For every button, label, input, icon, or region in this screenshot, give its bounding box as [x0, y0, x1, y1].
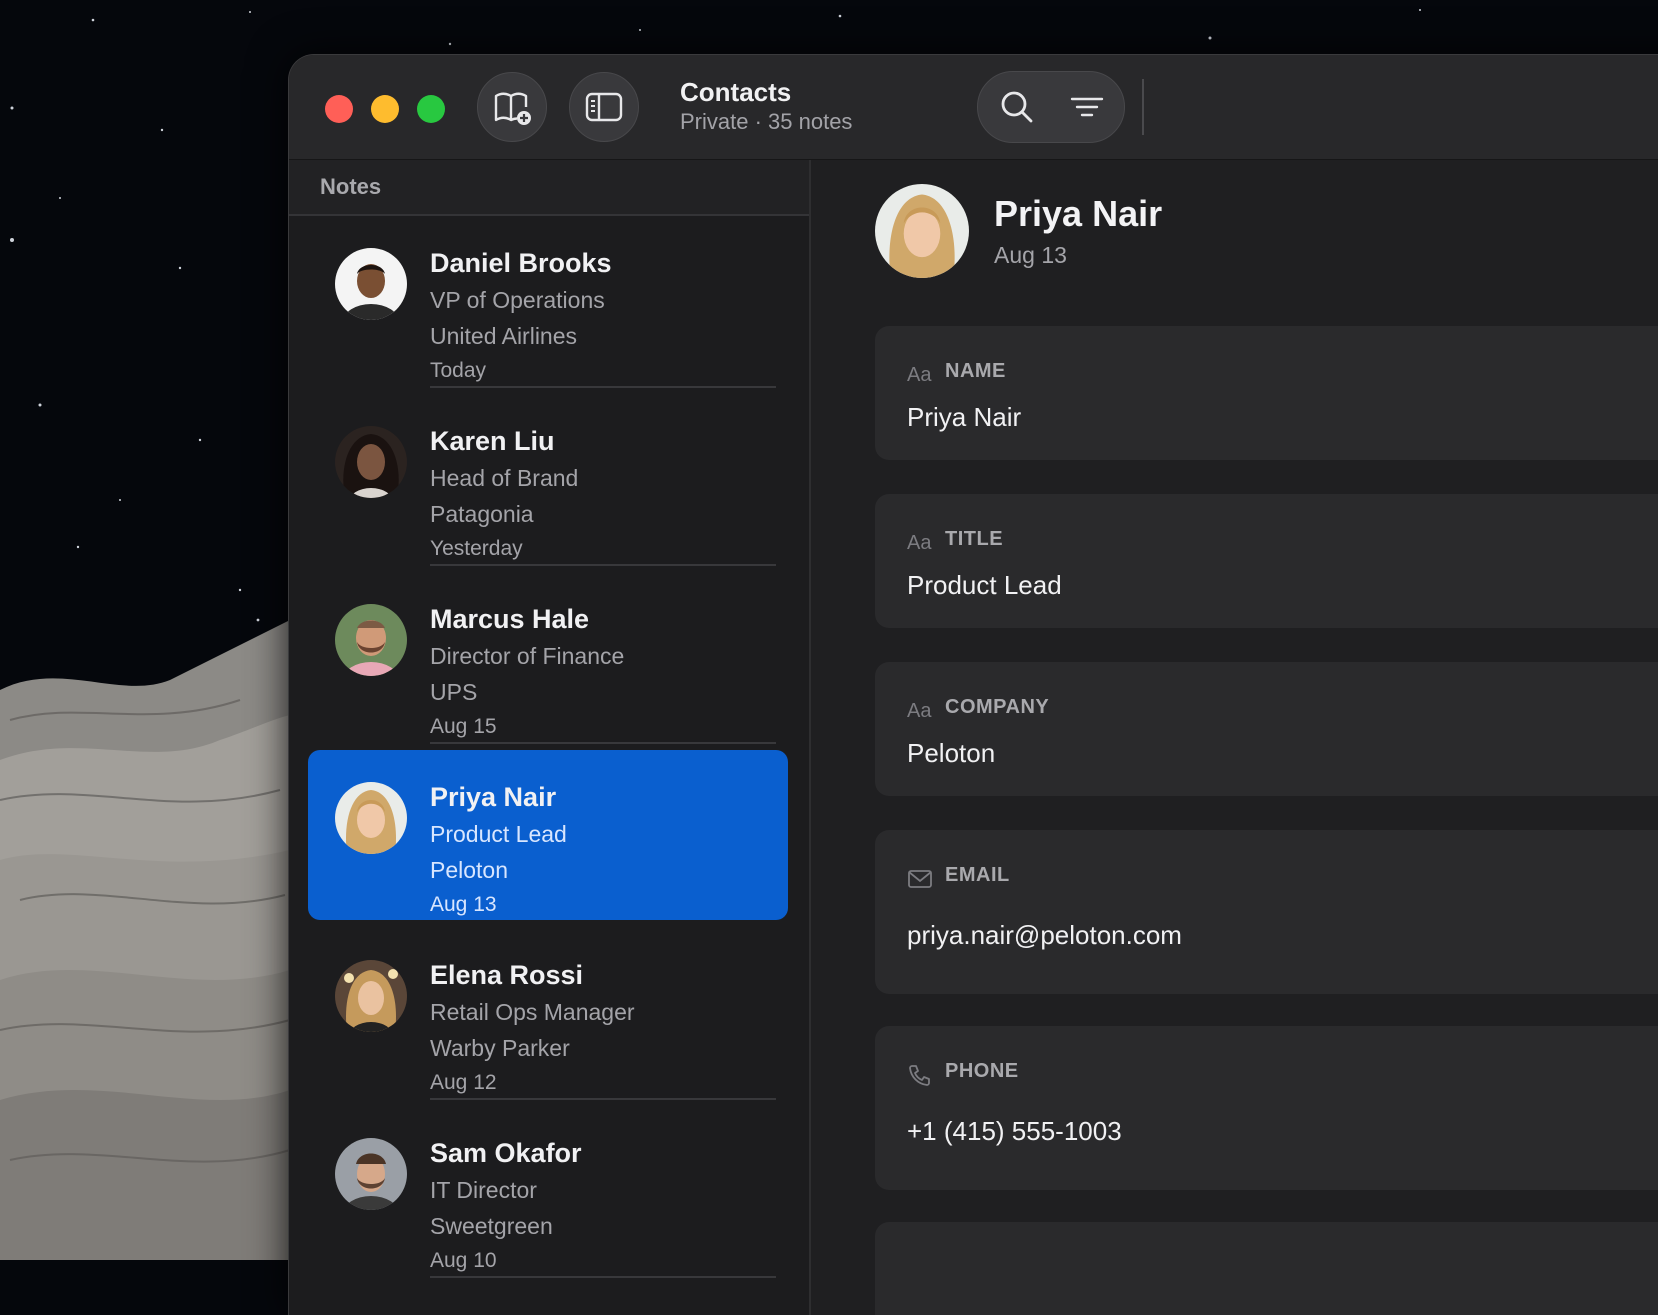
toolbar-divider: [1142, 79, 1144, 135]
note-date: Aug 12: [430, 1071, 497, 1094]
note-company: Patagonia: [430, 501, 534, 527]
text-icon: Aa: [907, 364, 932, 386]
sidebar-toggle-icon: [585, 92, 623, 122]
sidebar-header: Notes: [289, 160, 809, 216]
note-company: Peloton: [430, 857, 509, 883]
company-field[interactable]: Aa COMPANY Peloton: [875, 662, 1658, 796]
note-name: Marcus Hale: [430, 604, 590, 634]
window-title: Contacts: [680, 77, 792, 107]
note-date: Today: [430, 359, 487, 382]
note-name: Elena Rossi: [430, 960, 584, 990]
note-separator: [430, 564, 776, 566]
name-field[interactable]: Aa NAME Priya Nair: [875, 326, 1658, 460]
search-filter-group: [977, 71, 1125, 143]
detail-name: Priya Nair: [994, 193, 1163, 234]
field-value[interactable]: Peloton: [907, 738, 995, 769]
app-window: Contacts Private · 35 notes Notes Daniel…: [288, 54, 1658, 1315]
notes-sidebar: Notes Daniel Brooks VP of Operations Uni…: [289, 160, 811, 1315]
note-separator: [430, 1098, 776, 1100]
filter-icon[interactable]: [1066, 86, 1108, 128]
minimize-window-button[interactable]: [371, 95, 399, 123]
field-value[interactable]: priya.nair@peloton.com: [907, 920, 1182, 951]
note-company: Warby Parker: [430, 1035, 570, 1061]
sidebar-toggle-button[interactable]: [569, 72, 639, 142]
note-date: Aug 15: [430, 715, 497, 738]
note-item-priya-nair[interactable]: Priya Nair Product Lead Peloton Aug 13: [308, 750, 788, 920]
detail-avatar: [875, 184, 969, 278]
note-title: Director of Finance: [430, 643, 625, 669]
note-separator: [430, 742, 776, 744]
note-title: IT Director: [430, 1177, 537, 1203]
note-company: Sweetgreen: [430, 1213, 553, 1239]
window-subtitle: Private · 35 notes: [680, 109, 853, 134]
note-title: VP of Operations: [430, 287, 605, 313]
title-bar: Contacts Private · 35 notes: [289, 55, 1658, 160]
text-icon: Aa: [907, 532, 932, 554]
note-name: Daniel Brooks: [430, 248, 612, 278]
new-notebook-icon: [494, 92, 531, 125]
next-field[interactable]: [875, 1222, 1658, 1315]
field-value[interactable]: Product Lead: [907, 570, 1062, 601]
avatar: [335, 604, 407, 676]
note-name: Karen Liu: [430, 426, 555, 456]
note-item-sam-okafor[interactable]: Sam Okafor IT Director Sweetgreen Aug 10: [308, 1106, 788, 1278]
detail-pane: Priya Nair Aug 13 Aa NAME Priya Nair Aa …: [811, 160, 1658, 1315]
note-title: Product Lead: [430, 821, 567, 847]
envelope-icon: [907, 868, 933, 890]
email-field[interactable]: EMAIL priya.nair@peloton.com: [875, 830, 1658, 994]
field-label: TITLE: [945, 528, 1004, 550]
new-notebook-button[interactable]: [477, 72, 547, 142]
field-label: COMPANY: [945, 696, 1050, 718]
note-separator: [430, 386, 776, 388]
note-list: Daniel Brooks VP of Operations United Ai…: [289, 216, 809, 1315]
phone-field[interactable]: PHONE +1 (415) 555-1003: [875, 1026, 1658, 1190]
field-label: PHONE: [945, 1060, 1019, 1082]
zoom-window-button[interactable]: [417, 95, 445, 123]
avatar: [335, 248, 407, 320]
note-title: Retail Ops Manager: [430, 999, 635, 1025]
phone-icon: [907, 1064, 933, 1086]
note-name: Priya Nair: [430, 782, 557, 812]
note-name: Sam Okafor: [430, 1138, 582, 1168]
search-icon[interactable]: [996, 86, 1038, 128]
note-company: United Airlines: [430, 323, 578, 349]
note-title: Head of Brand: [430, 465, 579, 491]
field-label: NAME: [945, 360, 1006, 382]
field-value[interactable]: Priya Nair: [907, 402, 1021, 433]
detail-date: Aug 13: [994, 242, 1067, 268]
note-item-marcus-hale[interactable]: Marcus Hale Director of Finance UPS Aug …: [308, 572, 788, 744]
avatar: [335, 782, 407, 854]
note-item-karen-liu[interactable]: Karen Liu Head of Brand Patagonia Yester…: [308, 394, 788, 566]
note-date: Aug 13: [430, 893, 497, 916]
avatar: [335, 960, 407, 1032]
title-field[interactable]: Aa TITLE Product Lead: [875, 494, 1658, 628]
field-value[interactable]: +1 (415) 555-1003: [907, 1116, 1122, 1147]
text-icon: Aa: [907, 700, 932, 722]
note-company: UPS: [430, 679, 478, 705]
note-date: Aug 10: [430, 1249, 497, 1272]
avatar: [335, 1138, 407, 1210]
avatar: [335, 426, 407, 498]
note-date: Yesterday: [430, 537, 523, 560]
field-label: EMAIL: [945, 864, 1010, 886]
note-item-daniel-brooks[interactable]: Daniel Brooks VP of Operations United Ai…: [308, 216, 788, 388]
close-window-button[interactable]: [325, 95, 353, 123]
note-separator: [430, 1276, 776, 1278]
note-item-elena-rossi[interactable]: Elena Rossi Retail Ops Manager Warby Par…: [308, 928, 788, 1100]
